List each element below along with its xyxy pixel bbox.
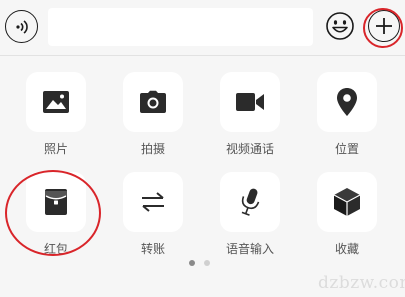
emoji-icon	[326, 12, 354, 40]
chat-input-bar	[0, 0, 405, 56]
red-packet-icon	[45, 189, 67, 215]
grid-item-label: 位置	[334, 142, 359, 156]
camera-tile[interactable]	[123, 72, 183, 132]
photo-icon	[43, 91, 69, 113]
grid-item-label: 视频通话	[225, 142, 274, 156]
watermark: dzbzw.com	[318, 273, 405, 293]
microphone-icon	[241, 188, 260, 216]
voice-input-button[interactable]	[5, 10, 38, 43]
plus-icon	[376, 18, 392, 34]
message-input[interactable]	[48, 8, 313, 46]
page-dot[interactable]	[204, 260, 210, 266]
favorites-tile[interactable]	[317, 172, 377, 232]
grid-item-label: 转账	[140, 242, 165, 256]
function-panel: 照片 拍摄 视频通话 位置 红包 转账 语音输入 收藏	[0, 56, 405, 297]
transfer-tile[interactable]	[123, 172, 183, 232]
grid-item-label: 照片	[43, 142, 68, 156]
page-dot-active[interactable]	[189, 260, 195, 266]
more-functions-button[interactable]	[368, 10, 400, 42]
voice-input-tile[interactable]	[220, 172, 280, 232]
grid-item-label: 收藏	[334, 242, 359, 256]
grid-item-label: 红包	[43, 242, 68, 256]
video-call-icon	[236, 93, 264, 111]
grid-item-label: 语音输入	[225, 242, 274, 256]
page-indicator	[189, 260, 210, 266]
emoji-button[interactable]	[325, 11, 355, 41]
location-tile[interactable]	[317, 72, 377, 132]
camera-icon	[140, 90, 166, 113]
red-packet-tile[interactable]	[26, 172, 86, 232]
grid-item-label: 拍摄	[140, 142, 165, 156]
location-icon	[337, 88, 357, 116]
photo-tile[interactable]	[26, 72, 86, 132]
favorites-icon	[333, 188, 361, 216]
transfer-icon	[142, 192, 164, 212]
voice-input-icon	[15, 19, 28, 34]
video-call-tile[interactable]	[220, 72, 280, 132]
